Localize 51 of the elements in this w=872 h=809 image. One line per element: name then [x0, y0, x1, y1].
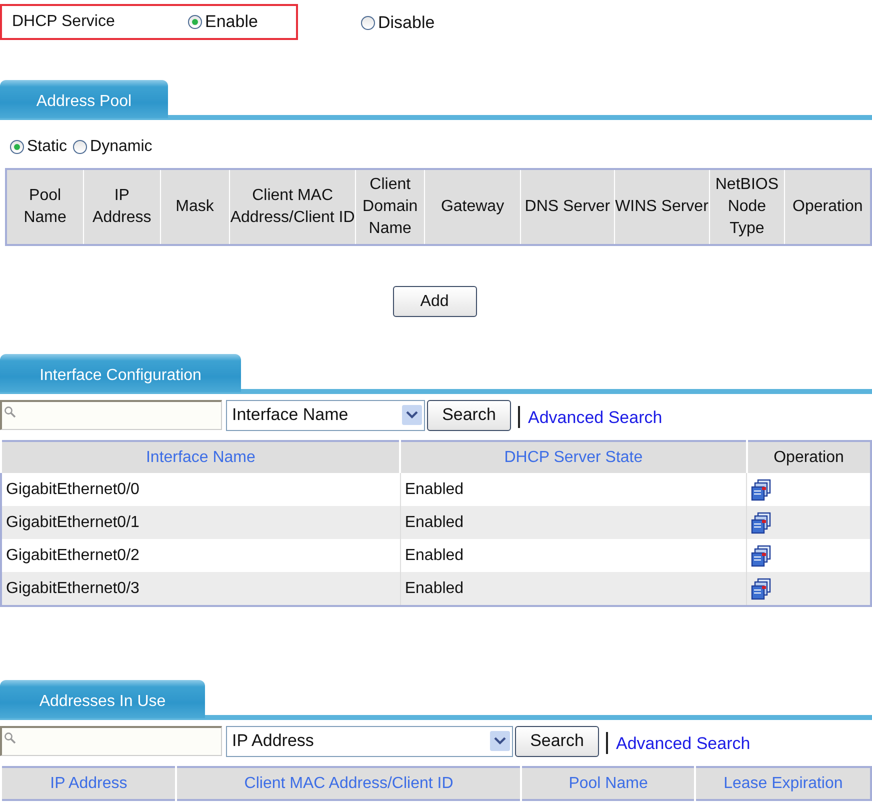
column-header: Mask	[160, 169, 230, 245]
radio-icon[interactable]	[188, 15, 202, 29]
documents-icon[interactable]	[751, 578, 773, 600]
radio-label: Disable	[378, 13, 435, 33]
search-field[interactable]	[0, 400, 222, 430]
table-cell: GigabitEthernet0/3	[1, 572, 400, 606]
table-cell: GigabitEthernet0/1	[1, 506, 400, 539]
add-button[interactable]: Add	[392, 286, 476, 317]
documents-icon[interactable]	[751, 478, 773, 500]
section-tab[interactable]: Address Pool	[0, 80, 168, 118]
search-button[interactable]: Search	[515, 726, 599, 756]
table-cell: Enabled	[400, 506, 746, 539]
chevron-down-icon	[490, 731, 510, 751]
search-button[interactable]: Search	[427, 400, 511, 430]
search-icon	[4, 406, 16, 418]
table-cell: Enabled	[400, 572, 746, 606]
column-header[interactable]: Interface Name	[1, 441, 400, 473]
radio-label: Static	[27, 138, 68, 156]
chevron-down-icon	[402, 405, 422, 425]
column-header: NetBIOS Node Type	[709, 169, 785, 245]
column-header[interactable]: Pool Name	[521, 767, 696, 800]
documents-icon[interactable]	[751, 544, 773, 566]
column-header: IP Address	[84, 169, 160, 245]
dhcp-service-label: DHCP Service	[12, 13, 116, 31]
column-header: Operation	[784, 169, 871, 245]
column-header: Client Domain Name	[356, 169, 424, 245]
enable-radio[interactable]: Enable	[188, 12, 258, 32]
radio-label: Enable	[205, 12, 258, 32]
radio-label: Dynamic	[90, 138, 152, 156]
search-icon	[4, 732, 16, 744]
column-header: WINS Server	[614, 169, 710, 245]
column-header[interactable]: DHCP Server State	[400, 441, 746, 473]
advanced-search-link[interactable]: Advanced Search	[528, 408, 662, 428]
documents-icon[interactable]	[751, 512, 773, 534]
section-tab[interactable]: Addresses In Use	[0, 680, 205, 718]
column-header[interactable]: IP Address	[1, 767, 176, 800]
radio-icon[interactable]	[361, 16, 375, 30]
column-header[interactable]: Client MAC Address/Client ID	[176, 767, 522, 800]
section-tab[interactable]: Interface Configuration	[0, 354, 241, 392]
column-header: Operation	[746, 441, 871, 473]
column-header: Pool Name	[6, 169, 84, 245]
advanced-search-link[interactable]: Advanced Search	[616, 734, 750, 754]
radio-icon[interactable]	[73, 140, 88, 154]
column-header: DNS Server	[520, 169, 614, 245]
filter-dropdown[interactable]: IP Address	[226, 726, 513, 756]
column-header[interactable]: Lease Expiration	[695, 767, 871, 800]
column-header: Client MAC Address/Client ID	[229, 169, 356, 245]
search-field[interactable]	[0, 726, 222, 756]
filter-dropdown[interactable]: Interface Name	[226, 400, 425, 430]
radio-icon[interactable]	[10, 140, 24, 154]
column-header: Gateway	[424, 169, 521, 245]
